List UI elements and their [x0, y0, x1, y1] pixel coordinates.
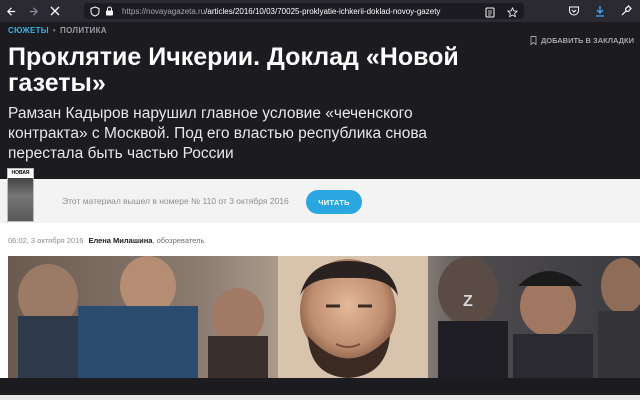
page-title: Проклятие Ичкерии. Доклад «Новой газеты»	[8, 43, 459, 97]
download-icon[interactable]	[592, 3, 608, 19]
article-lead: Рамзан Кадыров нарушил главное условие «…	[8, 105, 428, 162]
reload-button[interactable]	[44, 0, 66, 22]
lock-icon	[102, 4, 116, 18]
issue-cover-image[interactable]: НОВАЯ	[7, 168, 34, 222]
url-text: https://novayagazeta.ru/articles/2016/10…	[122, 7, 440, 16]
breadcrumb: СЮЖЕТЫ • ПОЛИТИКА	[8, 26, 107, 35]
bookmark-label: ДОБАВИТЬ В ЗАКЛАДКИ	[540, 36, 634, 45]
article-meta: 06:02, 3 октября 2016 Елена Милашина, обо…	[8, 236, 204, 245]
bookmark-icon	[530, 36, 537, 45]
shield-icon	[88, 4, 102, 18]
add-bookmark-button[interactable]: ДОБАВИТЬ В ЗАКЛАДКИ	[530, 36, 634, 45]
svg-text:Z: Z	[463, 293, 473, 310]
browser-toolbar: https://novayagazeta.ru/articles/2016/10…	[0, 0, 640, 22]
status-bar	[0, 395, 640, 400]
reader-view-icon[interactable]	[482, 4, 498, 20]
article-photo: Z	[8, 256, 640, 378]
url-path: /articles/2016/10/03/70025-proklyatie-ic…	[205, 6, 441, 16]
url-bar[interactable]: https://novayagazeta.ru/articles/2016/10…	[84, 3, 524, 19]
bullet-separator: •	[52, 26, 57, 35]
rubric-link-politics[interactable]: ПОЛИТИКА	[60, 26, 107, 35]
close-icon	[50, 6, 60, 16]
cover-masthead: НОВАЯ	[8, 169, 33, 178]
author-role: , обозреватель	[152, 236, 205, 245]
arrow-right-icon	[29, 6, 38, 16]
arrow-left-icon	[6, 6, 15, 16]
crowd-photo-image: Z	[8, 256, 640, 378]
issue-note: Этот материал вышел в номере № 110 от 3 …	[62, 196, 289, 206]
back-button[interactable]	[0, 0, 22, 22]
wrench-icon[interactable]	[618, 3, 634, 19]
url-host: https://novayagazeta.ru	[122, 6, 206, 16]
read-issue-button[interactable]: ЧИТАТЬ	[306, 190, 362, 214]
cover-photo	[8, 178, 33, 221]
publish-date: 06:02, 3 октября 2016	[8, 236, 84, 245]
forward-button[interactable]	[22, 0, 44, 22]
star-icon[interactable]	[504, 4, 520, 20]
rubric-link-stories[interactable]: СЮЖЕТЫ	[8, 26, 49, 35]
author-link[interactable]: Елена Милашина	[88, 236, 152, 245]
pocket-icon[interactable]	[566, 3, 582, 19]
